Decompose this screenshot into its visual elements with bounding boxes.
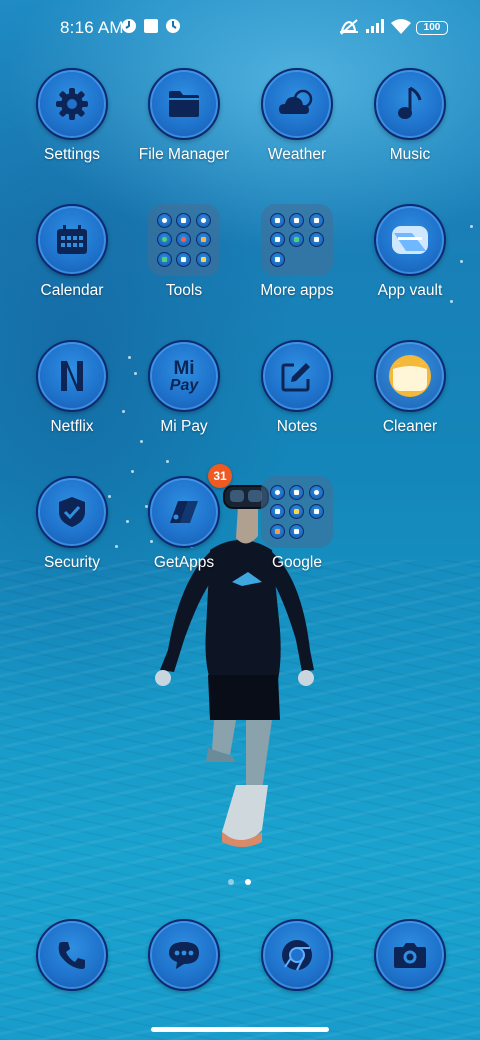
folder-google[interactable]: Google: [241, 476, 353, 606]
app-calendar[interactable]: Calendar: [16, 204, 128, 334]
app-weather[interactable]: Weather: [241, 68, 353, 198]
status-time: 8:16 AM: [60, 18, 124, 37]
notification-badge: 31: [208, 464, 232, 488]
mini-app-icon: [308, 213, 324, 228]
mini-app-icon: [270, 523, 285, 539]
mini-app-icon: [289, 504, 305, 520]
mini-app-icon: [289, 523, 305, 539]
mi-pay-logo-mi: Mi: [173, 358, 195, 379]
clock-icon: [122, 19, 136, 33]
dock-phone[interactable]: [16, 919, 128, 1040]
folder-more-apps[interactable]: More apps: [241, 204, 353, 334]
square-icon: [144, 19, 158, 33]
mini-app-icon: [289, 232, 305, 248]
mini-app-icon: [308, 485, 324, 500]
getapps-icon: [170, 501, 198, 523]
mini-app-icon: [270, 232, 285, 248]
clock-icon: [166, 19, 180, 33]
mini-app-icon: [308, 504, 324, 520]
app-notes[interactable]: Notes: [241, 340, 353, 470]
mini-app-icon: [308, 232, 324, 248]
mini-app-icon: [176, 213, 192, 228]
mi-pay-logo-pay: Pay: [169, 377, 199, 394]
message-icon: [169, 942, 199, 969]
mini-app-icon: [289, 485, 305, 500]
chrome-icon: [282, 940, 312, 971]
mini-app-icon: [176, 251, 192, 267]
folder-icon: [169, 91, 199, 117]
mute-icon: [340, 19, 358, 35]
app-vault-icon: [392, 226, 428, 254]
signal-icon: [366, 19, 384, 33]
page-dot-active[interactable]: [245, 879, 251, 885]
app-file-manager[interactable]: File Manager: [128, 68, 240, 198]
mini-app-icon: [176, 232, 192, 248]
mini-app-icon: [195, 232, 211, 248]
mini-app-icon: [270, 485, 285, 500]
phone-icon: [58, 942, 85, 969]
dock-chrome[interactable]: [241, 919, 353, 1040]
mini-app-icon: [270, 213, 285, 228]
app-cleaner[interactable]: Cleaner: [354, 340, 466, 470]
netflix-icon: [61, 361, 83, 391]
home-gesture-bar[interactable]: [151, 1027, 329, 1032]
status-bar: 8:16 AM 100: [0, 0, 480, 56]
music-note-icon: [398, 86, 422, 119]
folder-tools[interactable]: Tools: [128, 204, 240, 334]
app-label: Google: [272, 554, 322, 571]
app-label: App vault: [377, 282, 443, 299]
folder-google-icon: [261, 476, 333, 548]
mini-app-icon: [270, 251, 285, 267]
battery-level: 100: [423, 22, 441, 33]
calendar-icon: [57, 225, 87, 254]
shield-icon: [59, 497, 85, 527]
mini-app-icon: [289, 213, 305, 228]
mini-app-icon: [157, 213, 172, 228]
page-dot[interactable]: [228, 879, 234, 885]
app-security[interactable]: Security: [16, 476, 128, 606]
wifi-icon: [391, 19, 411, 34]
cloud-icon: [279, 89, 313, 114]
app-label: Cleaner: [382, 418, 438, 435]
mini-app-icon: [195, 213, 211, 228]
dock-messages[interactable]: [128, 919, 240, 1040]
app-app-vault[interactable]: App vault: [354, 204, 466, 334]
app-getapps[interactable]: 31 GetApps: [128, 464, 240, 606]
folder-tools-icon: [148, 204, 220, 276]
battery-icon: 100: [416, 21, 448, 35]
folder-more-apps-icon: [261, 204, 333, 276]
mini-app-icon: [157, 251, 172, 267]
mini-app-icon: [195, 251, 211, 267]
dock-camera[interactable]: [354, 919, 466, 1040]
mini-app-icon: [157, 232, 172, 248]
camera-icon: [394, 943, 426, 968]
app-label: Music: [389, 146, 431, 163]
app-settings[interactable]: Settings: [16, 68, 128, 198]
app-netflix[interactable]: Netflix: [16, 340, 128, 470]
mini-app-icon: [270, 504, 285, 520]
app-mi-pay[interactable]: Mi Pay Mi Pay: [128, 340, 240, 470]
gear-icon: [56, 88, 88, 120]
cleaner-icon: [389, 355, 431, 397]
notes-icon: [281, 363, 310, 392]
mi-pay-icon: Mi Pay: [169, 358, 199, 394]
app-music[interactable]: Music: [354, 68, 466, 198]
